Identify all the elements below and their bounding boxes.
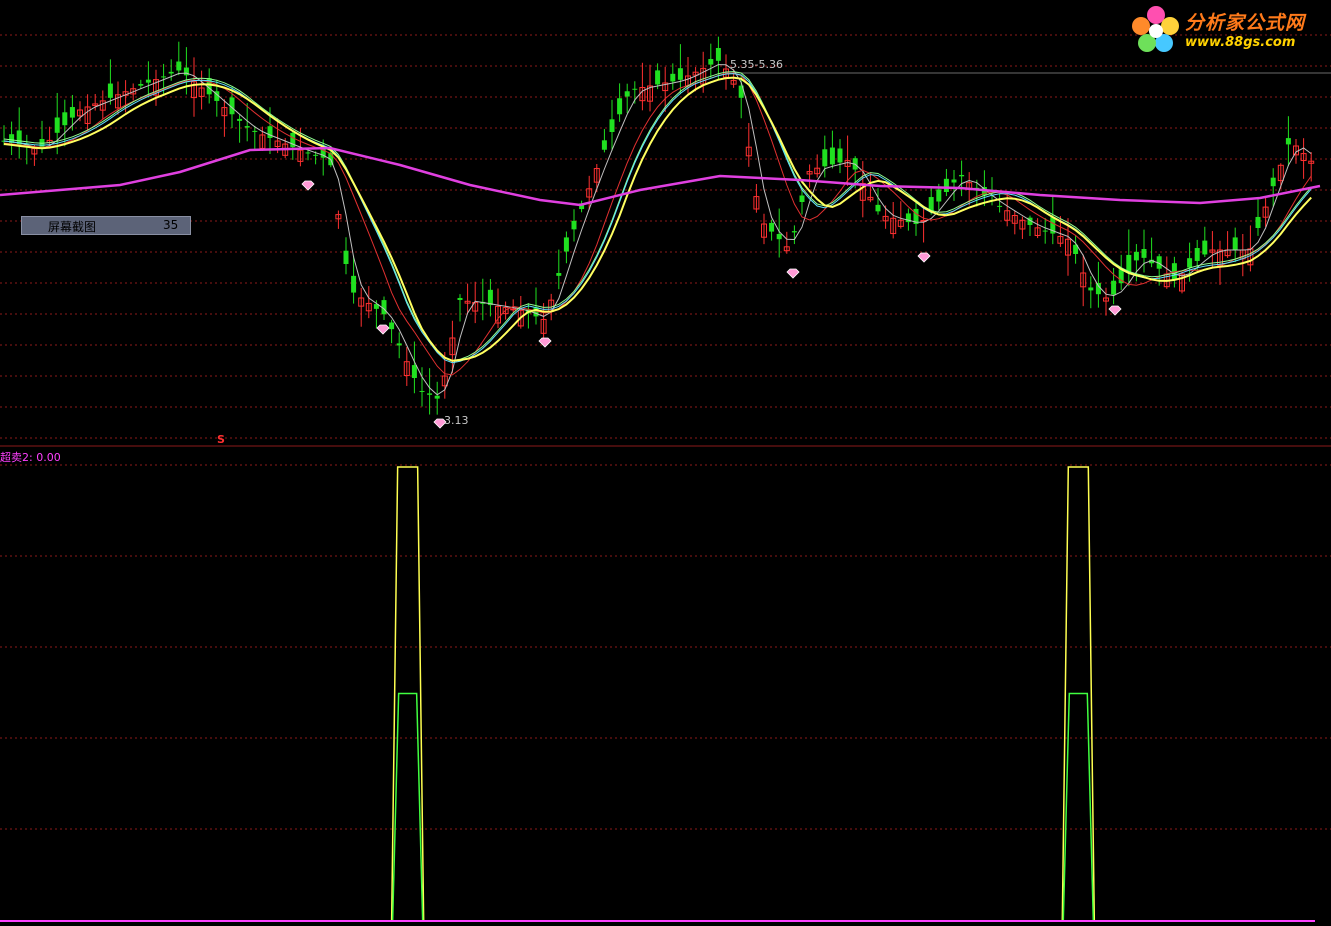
candle-body-down [829, 147, 835, 165]
candle-body-down [624, 91, 630, 97]
candle-body-down [769, 222, 775, 232]
candle-body-down [487, 289, 493, 306]
candle-body-down [617, 98, 623, 115]
low-price-label: 3.13 [444, 414, 469, 427]
s-marker: S [217, 433, 225, 446]
screenshot-tooltip: 屏幕截图 35 [21, 216, 191, 235]
candle-body-down [176, 61, 182, 71]
candle-body-down [168, 71, 174, 74]
logo-url: www.88gs.com [1185, 35, 1296, 50]
candle-body-down [237, 118, 243, 121]
flower-icon [1132, 6, 1179, 52]
diamond-icon [301, 180, 315, 191]
ma-green-line [3, 71, 1312, 362]
candle-body-down [161, 76, 167, 78]
candle-body-down [791, 231, 797, 233]
candle-body-down [875, 204, 881, 212]
candle-body-down [708, 59, 714, 65]
signal-peak [391, 692, 424, 921]
candle-body-down [943, 178, 949, 192]
diamond-icon [917, 252, 931, 263]
candle-body-down [1187, 258, 1193, 268]
candle-body-down [396, 343, 402, 346]
candle-body-down [677, 68, 683, 80]
candle-body-down [822, 149, 828, 167]
candle-body-down [389, 322, 395, 330]
candle-body-down [411, 365, 417, 378]
ma-magenta-line [0, 146, 1321, 207]
stock-chart [0, 34, 1331, 922]
candle-body-down [1042, 230, 1048, 232]
candle-body-down [715, 48, 721, 61]
site-logo: 分析家公式网 www.88gs.com [1130, 4, 1326, 56]
candle-body-down [1111, 280, 1117, 295]
diamond-icon [376, 324, 390, 335]
high-price-label: 5.35-5.36 [730, 58, 783, 71]
candle-body-down [571, 220, 577, 230]
candle-body-down [313, 154, 319, 156]
candle-body-down [252, 130, 258, 132]
candle-body-down [62, 112, 68, 126]
candle-body-down [419, 390, 425, 392]
candle-body-down [434, 395, 440, 399]
candle-body-down [1255, 216, 1261, 228]
diamond-icon [538, 337, 552, 348]
candle-body-down [670, 73, 676, 82]
candle-body-down [1232, 237, 1238, 250]
candle-body-down [138, 83, 144, 86]
candle-body-down [556, 273, 562, 276]
candle-body-down [1194, 248, 1200, 261]
candle-body-down [145, 79, 151, 83]
candle-body-down [244, 126, 250, 128]
candle-body-down [1270, 177, 1276, 187]
candle-body-down [1202, 240, 1208, 255]
candle-body-down [305, 152, 311, 154]
candle-body-down [1141, 249, 1147, 258]
indicator-title: 超卖2: 0.00 [0, 451, 61, 464]
signal-peak [1062, 692, 1095, 921]
candle-body-down [837, 148, 843, 163]
candle-body-down [1095, 282, 1101, 295]
candle-body-down [632, 88, 638, 90]
diamond-icon [786, 268, 800, 279]
candles [1, 36, 1315, 415]
oversold-signal [0, 466, 1315, 922]
candle-body-down [601, 140, 607, 150]
candle-body-down [1126, 254, 1132, 272]
candle-body-up [510, 308, 517, 311]
candle-body-down [267, 126, 273, 138]
tooltip-value: 35 [163, 218, 179, 232]
candle-body-down [343, 250, 349, 264]
candle-body-down [959, 174, 965, 177]
candle-body-down [776, 233, 782, 240]
candle-body-down [69, 107, 75, 118]
candle-body-down [928, 197, 934, 211]
candle-body-down [54, 117, 60, 133]
candle-body-down [609, 119, 615, 132]
candle-body-down [1088, 287, 1094, 291]
logo-name: 分析家公式网 [1185, 12, 1306, 34]
candle-body-down [427, 393, 433, 395]
candle-body-down [107, 83, 113, 98]
tooltip-label: 屏幕截图 [48, 220, 97, 234]
candle-body-down [351, 275, 357, 293]
candle-body-down [457, 297, 463, 300]
candle-body-down [799, 195, 805, 202]
signal-markers [301, 180, 1122, 429]
candle-body-down [936, 189, 942, 202]
candle-body-down [997, 205, 1003, 207]
candle-body-down [655, 70, 661, 85]
candle-body-down [1133, 251, 1139, 261]
indicator-grid [0, 464, 1331, 830]
candle-body-down [1285, 138, 1291, 145]
candle-body-down [563, 237, 569, 252]
candle-body-down [951, 179, 957, 183]
